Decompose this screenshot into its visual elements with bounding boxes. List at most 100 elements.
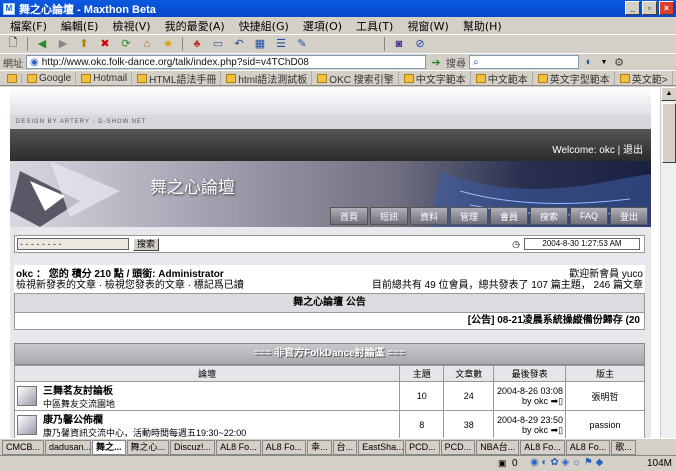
last-post-cell[interactable]: 2004-8-29 23:50 by okc ➡▯ [493,410,567,438]
table-row: 康乃馨公佈欄 康乃馨資訊交流中心，活動時間每週五19:30~22:00 8 38… [13,410,645,438]
menu-edit[interactable]: 編輯(E) [55,18,105,34]
fav-link-english-font[interactable]: 英文字型範本 [534,71,615,85]
tile-icon[interactable]: ▦ [251,36,269,52]
home-icon[interactable]: ⌂ [138,36,156,52]
page-tab[interactable]: 舞之心... [126,439,170,455]
menu-tools[interactable]: 工具(T) [350,18,399,34]
page-tab[interactable]: CMCB... [2,439,45,455]
address-bar: 網址 ◉ http://www.okc.folk-dance.org/talk/… [0,53,676,70]
compass-icon[interactable]: ⊘ [411,36,429,52]
fav-link-google[interactable]: Google [23,72,77,84]
page-tab[interactable]: AL8 Fo... [565,439,611,455]
announcement-text[interactable]: [公告] 08-21凌晨系統操縱備份歸存 (20 [14,313,645,330]
section-header: === 非官方FolkDance討論區 === [14,343,645,365]
stop-icon[interactable]: ✖ [96,36,114,52]
moderator-name[interactable]: 張明哲 [565,381,645,411]
nav-messages[interactable]: 短訊 [370,207,408,225]
folder-icon [7,73,17,83]
nav-home[interactable]: 首頁 [330,207,368,225]
goto-post-icon[interactable]: ➡▯ [551,396,564,406]
forum-search-button[interactable]: 搜索 [133,237,160,251]
fav-label: OKC 搜索引擎 [329,74,394,86]
go-icon[interactable]: ➔ [429,54,443,70]
fav-link-english-sample[interactable]: 英文範> [616,71,673,85]
page-tab[interactable]: AL8 Fo... [216,439,261,455]
page-tab-active[interactable]: 舞之... [92,439,126,455]
status-bar: ▣ 0 ◉ ◐ ✿ ◈ ☼ ⚑ ◆ 104M [0,455,676,471]
nav-admin[interactable]: 管理 [450,207,488,225]
edit-icon[interactable]: ✎ [293,36,311,52]
forum-name-link[interactable]: 三舞茗友討論板 [43,382,115,397]
topic-count: 10 [399,381,445,411]
list-icon[interactable]: ☰ [272,36,290,52]
fav-link-chinese-sample[interactable]: 中文範本 [472,71,533,85]
undo-icon[interactable]: ↶ [230,36,248,52]
settings-icon[interactable]: ⚙ [612,54,626,70]
screen-icon[interactable]: ▭ [209,36,227,52]
plugin-icon[interactable]: ◙ [390,36,408,52]
last-post-cell[interactable]: 2004-8-26 03:08 by okc ➡▯ [493,381,567,411]
goto-post-icon[interactable]: ➡▯ [551,425,564,435]
forum-stats-text: 目前總共有 49 位會員，總共發表了 107 篇主題， 246 篇文章 [371,280,643,291]
forward-icon[interactable]: ▶ [54,36,72,52]
refresh-icon[interactable]: ⟳ [117,36,135,52]
group-icon[interactable]: ♣ [188,36,206,52]
nav-faq[interactable]: FAQ [570,207,608,225]
menu-options[interactable]: 選項(O) [297,18,348,34]
scroll-up-icon[interactable]: ▲ [661,87,676,101]
welcome-text[interactable]: Welcome: okc | 退出 [552,141,643,156]
page-tab[interactable]: Discuz!... [170,439,216,455]
minimize-button[interactable]: _ [625,1,640,15]
forum-search-input[interactable]: - - - - - - - - [17,238,129,250]
memory-usage: 104M [646,458,672,469]
vertical-scrollbar[interactable]: ▲ [660,87,676,438]
col-last-post: 最後發表 [493,365,567,382]
nav-logout[interactable]: 登出 [610,207,648,225]
chevron-down-icon[interactable]: ▼ [599,54,609,70]
page-tab[interactable]: NBA台... [476,439,520,455]
back-icon[interactable]: ◀ [33,36,51,52]
fav-link-okc-search[interactable]: OKC 搜索引擎 [313,71,399,86]
close-button[interactable]: × [659,1,674,15]
up-icon[interactable]: ⬆ [75,36,93,52]
menu-file[interactable]: 檔案(F) [4,18,53,34]
favorites-folder-icon[interactable] [3,73,22,83]
menu-window[interactable]: 視窗(W) [401,18,454,34]
maximize-button[interactable]: ▫ [642,1,657,15]
page-tab[interactable]: 歌... [611,439,636,455]
menu-groups[interactable]: 快捷組(G) [233,18,295,34]
url-input[interactable]: ◉ http://www.okc.folk-dance.org/talk/ind… [26,55,426,69]
page-tab[interactable]: AL8 Fo... [261,439,307,455]
forum-name-link[interactable]: 康乃馨公佈欄 [43,411,246,426]
nav-members[interactable]: 會員 [490,207,528,225]
status-tray-icons[interactable]: ◉ ◐ ✿ ◈ ☼ ⚑ ◆ [530,457,603,468]
user-links[interactable]: 檢視新發表的文章 · 檢視您發表的文章 · 標記爲已讀 [16,280,244,291]
fav-link-hotmail[interactable]: Hotmail [77,72,133,84]
toolbar-separator [27,36,28,51]
page-tab[interactable]: EastSha... [358,439,405,455]
nav-profile[interactable]: 資料 [410,207,448,225]
moderator-name[interactable]: passion [565,410,645,438]
new-page-icon[interactable]: 🗋 [4,36,22,52]
menu-view[interactable]: 檢視(V) [106,18,156,34]
menu-help[interactable]: 幫助(H) [457,18,508,34]
folder-icon [81,73,92,83]
fav-label: Hotmail [93,72,128,84]
scroll-thumb[interactable] [662,103,676,163]
menu-favorites[interactable]: 我的最愛(A) [159,18,231,34]
page-tab[interactable]: PCD... [440,439,476,455]
star-icon[interactable]: ★ [159,36,177,52]
fav-link-html-test[interactable]: html語法測試板 [222,71,313,85]
fav-link-html-manual[interactable]: HTML語法手冊 [133,71,222,86]
search-input[interactable]: ⌕ [469,55,579,69]
nav-search[interactable]: 搜索 [530,207,568,225]
page-tab[interactable]: PCD... [405,439,440,455]
page-tab[interactable]: dadusan... [45,439,92,455]
page-tab[interactable]: AL8 Fo... [520,439,565,455]
fav-label: HTML語法手冊 [149,74,217,86]
search-go-icon[interactable]: ◐ [582,54,596,70]
page-tab[interactable]: 幸... [307,439,332,455]
fav-label: Google [39,72,72,84]
fav-link-chinese-font[interactable]: 中文字範本 [400,71,471,85]
page-tab[interactable]: 台... [332,439,358,455]
